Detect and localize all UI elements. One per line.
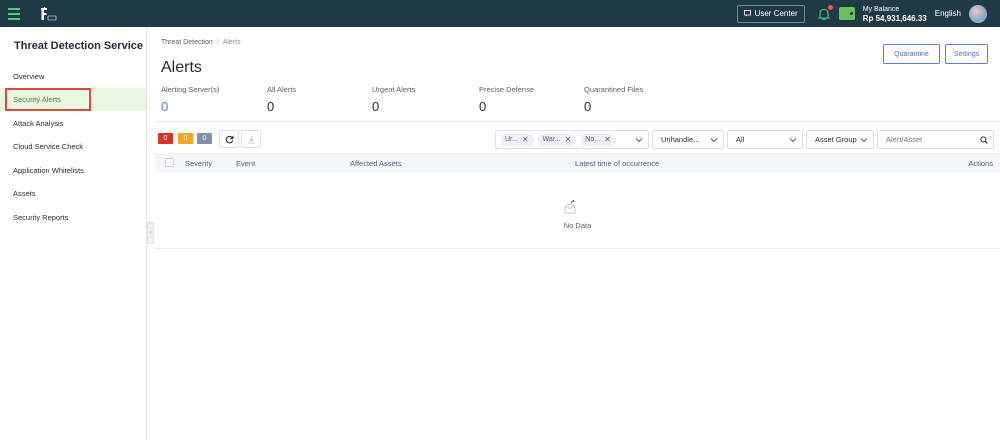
language-selector[interactable]: English [935, 9, 961, 18]
divider [155, 121, 1000, 122]
sidebar-item-label: Cloud Service Check [13, 142, 84, 151]
chevron-down-icon [789, 138, 797, 143]
chevron-down-icon [635, 138, 643, 143]
download-button[interactable] [241, 130, 261, 148]
sidebar: Threat Detection Service Overview Securi… [0, 27, 147, 440]
stat-all-alerts: All Alerts 0 [267, 85, 296, 114]
column-affected-assets[interactable]: Affected Assets [350, 159, 402, 168]
stat-label: Urgent Alerts [372, 85, 416, 94]
sidebar-item-application-whitelists[interactable]: Application Whitelists [0, 159, 146, 182]
sidebar-item-label: Security Reports [13, 213, 69, 222]
logo[interactable] [39, 6, 57, 22]
refresh-button[interactable] [219, 130, 239, 148]
filter-chip-label: War... [542, 136, 561, 143]
column-event[interactable]: Event [236, 159, 255, 168]
table-header: Severity Event Affected Assets Latest ti… [155, 153, 1000, 173]
toolbar: 0 0 0 Ur... ✕ War... ✕ No... ✕ Unhandle... … [155, 130, 1000, 150]
stat-label: All Alerts [267, 85, 297, 94]
empty-state: No Data [155, 173, 1000, 249]
close-icon[interactable]: ✕ [565, 135, 572, 144]
select-all-checkbox[interactable] [165, 158, 174, 167]
stat-label: Alerting Server(s) [161, 85, 220, 94]
bell-icon[interactable] [817, 4, 833, 21]
stat-value: 0 [267, 99, 275, 114]
sidebar-item-cloud-service-check[interactable]: Cloud Service Check [0, 135, 146, 158]
type-select-value: All [736, 135, 745, 144]
stat-value: 0 [372, 99, 380, 114]
type-select[interactable]: All [727, 130, 803, 149]
top-bar: User Center My Balance Rp 54,931,646.33 … [0, 0, 1000, 27]
empty-text: No Data [563, 221, 592, 230]
main-content: Threat Detection / Alerts Alerts Quarantin… [155, 27, 1000, 440]
stat-value: 0 [584, 99, 592, 114]
sidebar-item-attack-analysis[interactable]: Attack Analysis [0, 112, 146, 135]
highlight-box [5, 88, 91, 111]
search-box [877, 130, 994, 149]
search-input[interactable] [886, 135, 978, 144]
refresh-icon [225, 135, 233, 143]
balance[interactable]: My Balance Rp 54,931,646.33 [863, 5, 927, 23]
breadcrumb-current: Alerts [222, 39, 241, 46]
close-icon[interactable]: ✕ [522, 135, 529, 144]
download-icon [247, 135, 255, 143]
breadcrumb-parent[interactable]: Threat Detection [161, 39, 213, 46]
stat-urgent-alerts: Urgent Alerts 0 [372, 85, 415, 114]
stat-value: 0 [479, 99, 487, 114]
quarantine-button[interactable]: Quarantine [883, 44, 940, 64]
notification-dot [827, 4, 833, 10]
page-title: Alerts [161, 59, 202, 76]
status-select[interactable]: Unhandle... [652, 130, 724, 149]
filter-chip[interactable]: War... ✕ [537, 133, 577, 146]
sidebar-item-security-reports[interactable]: Security Reports [0, 206, 146, 229]
menu-icon[interactable] [0, 0, 27, 27]
settings-button[interactable]: Settings [945, 44, 988, 64]
asset-group-select-value: Asset Group [815, 135, 857, 144]
column-latest-time[interactable]: Latest time of occurrence [575, 159, 659, 168]
severity-filter[interactable]: Ur... ✕ War... ✕ No... ✕ [495, 130, 649, 149]
sidebar-item-label: Attack Analysis [13, 119, 64, 128]
chevron-down-icon [710, 138, 718, 143]
balance-label: My Balance [862, 5, 900, 13]
sidebar-item-overview[interactable]: Overview [0, 65, 146, 88]
avatar[interactable] [969, 4, 987, 23]
sidebar-item-security-alerts[interactable]: Security Alerts [0, 88, 146, 111]
stat-quarantined-files: Quarantined Files 0 [584, 85, 643, 114]
info-count-badge[interactable]: 0 [197, 133, 212, 144]
chevron-down-icon [860, 138, 868, 143]
search-icon[interactable] [980, 136, 988, 144]
user-center-label: User Center [754, 9, 798, 18]
asset-group-select[interactable]: Asset Group [806, 130, 874, 149]
column-actions: Actions [968, 159, 993, 168]
warning-count-badge[interactable]: 0 [178, 133, 193, 144]
sidebar-title: Threat Detection Service [14, 40, 143, 52]
user-center-button[interactable]: User Center [736, 4, 805, 23]
breadcrumb: Threat Detection / Alerts [161, 39, 241, 46]
balance-value: Rp 54,931,646.33 [862, 13, 927, 23]
stat-label: Precise Defense [479, 85, 535, 94]
stat-precise-defense: Precise Defense 0 [479, 85, 534, 114]
breadcrumb-separator: / [216, 39, 219, 46]
status-select-value: Unhandle... [661, 135, 700, 144]
sidebar-item-label: Assets [13, 189, 36, 198]
critical-count-badge[interactable]: 0 [158, 133, 173, 144]
sidebar-item-label: Overview [13, 72, 45, 81]
sidebar-collapse-handle[interactable]: ‹ [147, 222, 154, 244]
filter-chip[interactable]: Ur... ✕ [500, 133, 534, 146]
column-severity[interactable]: Severity [185, 159, 212, 168]
stat-label: Quarantined Files [584, 85, 644, 94]
wallet-icon [838, 7, 855, 20]
stat-alerting-servers: Alerting Server(s) 0 [161, 85, 219, 114]
empty-box-icon [564, 199, 576, 214]
sidebar-item-label: Application Whitelists [13, 166, 84, 175]
sidebar-item-assets[interactable]: Assets [0, 182, 146, 205]
stat-value[interactable]: 0 [161, 99, 219, 114]
close-icon[interactable]: ✕ [604, 135, 611, 144]
filter-chip-label: No... [585, 136, 601, 143]
filter-chip-label: Ur... [505, 136, 518, 143]
chat-icon [743, 10, 751, 17]
filter-chip[interactable]: No... ✕ [580, 133, 616, 146]
